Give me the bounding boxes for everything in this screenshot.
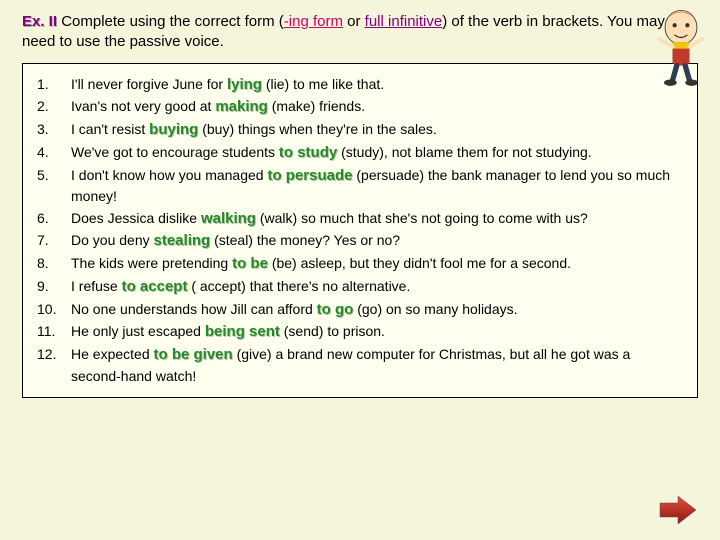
list-item: 7.Do you deny stealing (steal) the money… bbox=[37, 230, 683, 252]
item-text: We've got to encourage students to study… bbox=[71, 142, 683, 164]
list-item: 2.Ivan's not very good at making (make) … bbox=[37, 96, 683, 118]
item-text: I refuse to accept ( accept) that there'… bbox=[71, 276, 683, 298]
item-number: 2. bbox=[37, 96, 71, 118]
answer: lying bbox=[227, 76, 262, 93]
or-text: or bbox=[343, 13, 365, 30]
item-number: 6. bbox=[37, 208, 71, 230]
item-number: 4. bbox=[37, 142, 71, 164]
list-item: 5.I don't know how you managed to persua… bbox=[37, 165, 683, 207]
sentence-post: (lie) to me like that. bbox=[262, 76, 384, 92]
answer: to study bbox=[279, 144, 337, 161]
list-item: 10.No one understands how Jill can affor… bbox=[37, 299, 683, 321]
item-text: I don't know how you managed to persuade… bbox=[71, 165, 683, 207]
list-item: 11.He only just escaped being sent (send… bbox=[37, 321, 683, 343]
answer: to be given bbox=[154, 346, 233, 363]
mascot-icon bbox=[648, 4, 714, 89]
exercise-label: Ex. II bbox=[22, 13, 57, 30]
list-item: 1.I'll never forgive June for lying (lie… bbox=[37, 74, 683, 96]
sentence-post: (make) friends. bbox=[268, 98, 365, 114]
sentence-post: (buy) things when they're in the sales. bbox=[198, 121, 436, 137]
answer: making bbox=[215, 98, 268, 115]
sentence-post: (be) asleep, but they didn't fool me for… bbox=[268, 255, 571, 271]
sentence-pre: Does Jessica dislike bbox=[71, 210, 201, 226]
item-text: I can't resist buying (buy) things when … bbox=[71, 119, 683, 141]
list-item: 6.Does Jessica dislike walking (walk) so… bbox=[37, 208, 683, 230]
answer: to accept bbox=[122, 278, 188, 295]
list-item: 3.I can't resist buying (buy) things whe… bbox=[37, 119, 683, 141]
sentence-pre: No one understands how Jill can afford bbox=[71, 301, 317, 317]
answer: stealing bbox=[154, 232, 211, 249]
sentence-post: (study), not blame them for not studying… bbox=[337, 144, 591, 160]
instruction-text: Ex. II Complete using the correct form (… bbox=[22, 12, 698, 53]
answer: to persuade bbox=[267, 167, 352, 184]
exercise-list: 1.I'll never forgive June for lying (lie… bbox=[22, 63, 698, 399]
instruction-part1: Complete using the correct form ( bbox=[57, 13, 284, 30]
sentence-pre: I refuse bbox=[71, 278, 122, 294]
next-arrow-icon[interactable] bbox=[658, 494, 698, 526]
item-number: 1. bbox=[37, 74, 71, 96]
sentence-pre: I'll never forgive June for bbox=[71, 76, 227, 92]
answer: walking bbox=[201, 210, 256, 227]
item-number: 12. bbox=[37, 344, 71, 386]
answer: buying bbox=[149, 121, 198, 138]
sentence-pre: The kids were pretending bbox=[71, 255, 232, 271]
list-item: 4.We've got to encourage students to stu… bbox=[37, 142, 683, 164]
item-text: Ivan's not very good at making (make) fr… bbox=[71, 96, 683, 118]
list-item: 8.The kids were pretending to be (be) as… bbox=[37, 253, 683, 275]
sentence-pre: Do you deny bbox=[71, 232, 154, 248]
item-number: 11. bbox=[37, 321, 71, 343]
item-text: Do you deny stealing (steal) the money? … bbox=[71, 230, 683, 252]
slide-container: Ex. II Complete using the correct form (… bbox=[0, 0, 720, 410]
item-text: He expected to be given (give) a brand n… bbox=[71, 344, 683, 386]
item-text: He only just escaped being sent (send) t… bbox=[71, 321, 683, 343]
sentence-post: (go) on so many holidays. bbox=[353, 301, 517, 317]
full-infinitive-link: full infinitive bbox=[365, 13, 443, 30]
sentence-pre: Ivan's not very good at bbox=[71, 98, 215, 114]
sentence-post: (steal) the money? Yes or no? bbox=[210, 232, 400, 248]
ing-form-link: -ing form bbox=[284, 13, 343, 30]
sentence-post: (send) to prison. bbox=[280, 323, 385, 339]
item-text: No one understands how Jill can afford t… bbox=[71, 299, 683, 321]
sentence-pre: I can't resist bbox=[71, 121, 149, 137]
item-text: The kids were pretending to be (be) asle… bbox=[71, 253, 683, 275]
item-number: 7. bbox=[37, 230, 71, 252]
item-number: 3. bbox=[37, 119, 71, 141]
item-number: 5. bbox=[37, 165, 71, 207]
sentence-pre: We've got to encourage students bbox=[71, 144, 279, 160]
answer: being sent bbox=[205, 323, 280, 340]
answer: to go bbox=[317, 301, 354, 318]
item-number: 8. bbox=[37, 253, 71, 275]
sentence-post: (walk) so much that she's not going to c… bbox=[256, 210, 588, 226]
item-number: 10. bbox=[37, 299, 71, 321]
list-item: 9.I refuse to accept ( accept) that ther… bbox=[37, 276, 683, 298]
answer: to be bbox=[232, 255, 268, 272]
item-text: I'll never forgive June for lying (lie) … bbox=[71, 74, 683, 96]
sentence-pre: I don't know how you managed bbox=[71, 167, 267, 183]
sentence-post: ( accept) that there's no alternative. bbox=[187, 278, 410, 294]
list-item: 12.He expected to be given (give) a bran… bbox=[37, 344, 683, 386]
sentence-pre: He only just escaped bbox=[71, 323, 205, 339]
sentence-pre: He expected bbox=[71, 346, 154, 362]
item-text: Does Jessica dislike walking (walk) so m… bbox=[71, 208, 683, 230]
item-number: 9. bbox=[37, 276, 71, 298]
